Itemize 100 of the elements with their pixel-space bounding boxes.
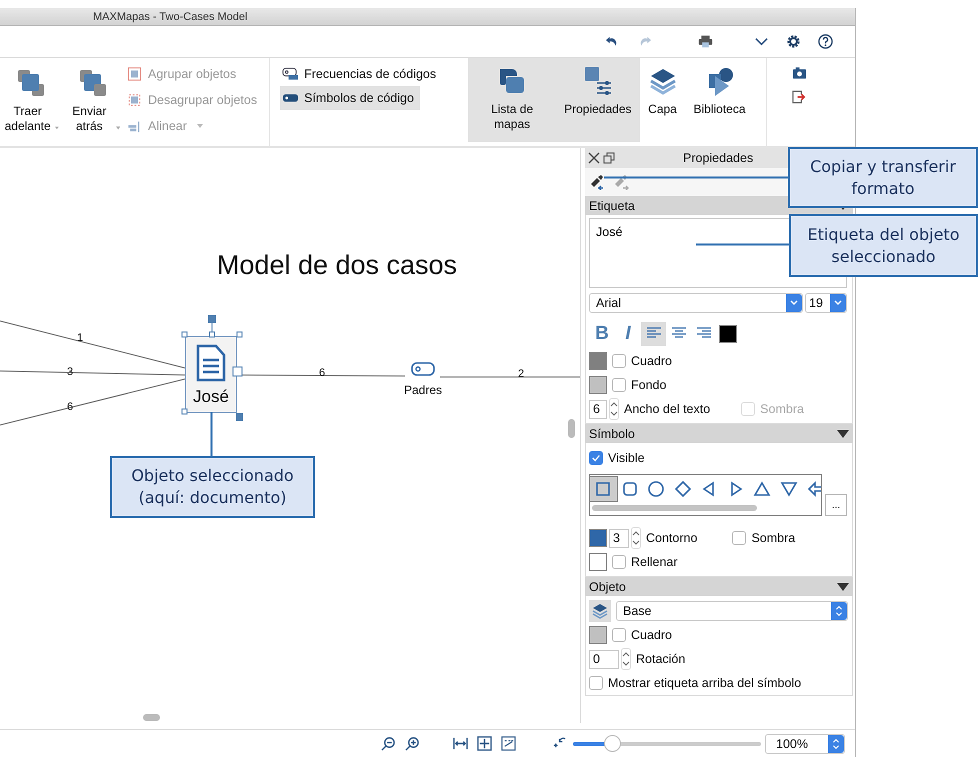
- down-shape-icon: [780, 480, 798, 498]
- help-icon[interactable]: [818, 34, 833, 49]
- rounded-shape-icon: [620, 480, 639, 498]
- color-swatch[interactable]: [589, 626, 607, 644]
- fit-width-icon[interactable]: [453, 736, 468, 751]
- text-color-swatch[interactable]: [719, 325, 737, 343]
- section-header[interactable]: Objeto: [585, 577, 853, 596]
- close-icon[interactable]: [588, 152, 600, 164]
- color-swatch[interactable]: [589, 529, 607, 547]
- section-title: Símbolo: [589, 426, 635, 440]
- properties-button[interactable]: Propiedades: [556, 58, 640, 142]
- checkbox-label: Sombra: [760, 402, 804, 416]
- document-node[interactable]: José: [185, 336, 237, 413]
- collapse-icon[interactable]: [837, 428, 849, 438]
- up-shape-icon: [753, 480, 772, 498]
- stepper-icon[interactable]: [631, 527, 641, 549]
- color-swatch[interactable]: [589, 352, 607, 370]
- stepper-icon[interactable]: [621, 648, 631, 670]
- map-title: Model de dos casos: [216, 250, 458, 281]
- sliders-icon: [582, 66, 613, 96]
- checkbox-label: Fondo: [631, 378, 666, 392]
- camera-icon[interactable]: [792, 66, 807, 80]
- leader-line: [210, 412, 213, 457]
- color-swatch[interactable]: [589, 376, 607, 394]
- color-swatch[interactable]: [589, 553, 607, 571]
- settings-icon[interactable]: [786, 34, 801, 49]
- arrange-button[interactable]: Traer adelante: [0, 62, 62, 136]
- italic-button[interactable]: I: [615, 322, 641, 346]
- code-node[interactable]: Padres: [398, 358, 448, 400]
- align-center-icon: [670, 326, 686, 340]
- panel-title: Propiedades: [683, 151, 754, 165]
- scrollbar-thumb[interactable]: [568, 419, 575, 438]
- checkbox[interactable]: [589, 451, 603, 465]
- export-icon[interactable]: [792, 90, 807, 104]
- section-header[interactable]: Símbolo: [585, 424, 853, 443]
- collapse-icon[interactable]: [837, 582, 849, 592]
- button-label: Biblioteca: [694, 102, 746, 117]
- section-title: Etiqueta: [589, 198, 635, 212]
- stepper-icon[interactable]: [609, 398, 619, 420]
- button-label: Propiedades: [564, 102, 632, 117]
- paste-format-icon[interactable]: [613, 174, 629, 190]
- align-left-icon: [646, 326, 662, 340]
- align-left-button[interactable]: [641, 322, 666, 346]
- caret-icon: [116, 126, 120, 130]
- bold-button[interactable]: B: [589, 322, 615, 346]
- checkbox-label: Sombra: [751, 531, 796, 545]
- detach-icon[interactable]: [603, 152, 615, 164]
- code-display-option[interactable]: Símbolos de código: [280, 86, 420, 110]
- stepper-arrows-icon: [828, 734, 844, 752]
- arrange-button[interactable]: Enviar atrás: [62, 62, 124, 136]
- stepper-arrows-icon: [831, 602, 847, 620]
- print-icon[interactable]: [698, 34, 713, 49]
- caret-icon: [196, 124, 203, 128]
- dropdown-value: Arial: [596, 296, 622, 310]
- annotation-tooltip: Copiar y transferir formato: [788, 147, 978, 208]
- library-button[interactable]: Biblioteca: [686, 58, 754, 142]
- checkbox[interactable]: [612, 354, 626, 368]
- check-icon: [591, 453, 601, 463]
- layers-icon[interactable]: [589, 600, 611, 622]
- document-icon: [196, 343, 226, 383]
- square-shape-option[interactable]: [590, 477, 616, 501]
- checkbox-label: Visible: [608, 451, 645, 465]
- zoom-slider[interactable]: [573, 735, 761, 752]
- button-label: Lista de mapas: [490, 102, 534, 132]
- outline-width-field[interactable]: 3: [609, 528, 629, 548]
- checkbox-label: Cuadro: [631, 354, 672, 368]
- zoom-dropdown[interactable]: 100%: [765, 734, 845, 754]
- maps-button[interactable]: Lista de mapas: [468, 58, 556, 142]
- more-button[interactable]: ...: [825, 494, 847, 516]
- actual-size-icon[interactable]: [501, 736, 516, 751]
- checkbox-label: Cuadro: [631, 628, 672, 642]
- layers-button[interactable]: Capa: [640, 58, 686, 142]
- selection-handles-drawing[interactable]: [181, 315, 243, 423]
- font-dropdown[interactable]: Arial: [589, 293, 803, 313]
- text-width-field[interactable]: 6: [589, 400, 607, 418]
- dropdown-value: 100%: [776, 736, 808, 750]
- node-label: Padres: [404, 383, 442, 397]
- code-display-option[interactable]: Frecuencias de códigos: [280, 62, 442, 86]
- square-shape-icon: [594, 480, 612, 498]
- connector-label: 1: [76, 332, 84, 344]
- checkbox[interactable]: [612, 628, 626, 642]
- dropdown-value: 19: [809, 296, 823, 310]
- checkbox[interactable]: [612, 378, 626, 392]
- zoom-out-icon[interactable]: [381, 736, 396, 751]
- scrollbar-thumb[interactable]: [592, 505, 757, 511]
- checkbox-label: Rellenar: [631, 555, 678, 569]
- annotation-tooltip: Objeto seleccionado (aquí: documento): [110, 456, 315, 518]
- checkbox[interactable]: [612, 555, 626, 569]
- copy-format-icon[interactable]: [589, 174, 605, 190]
- annotation-tooltip: Etiqueta del objeto seleccionado: [789, 214, 978, 277]
- checkbox[interactable]: [589, 676, 603, 690]
- bring-forward-icon: [16, 68, 46, 98]
- layer-dropdown[interactable]: Base: [616, 601, 848, 621]
- zoom-in-icon[interactable]: [405, 736, 420, 751]
- fit-page-icon[interactable]: [477, 736, 492, 751]
- arrow-shape-icon: [806, 480, 821, 498]
- checkbox[interactable]: [732, 531, 746, 545]
- scrollbar-thumb[interactable]: [143, 714, 160, 721]
- rotation-field[interactable]: 0: [589, 650, 619, 668]
- font-size-dropdown[interactable]: 19: [805, 293, 847, 313]
